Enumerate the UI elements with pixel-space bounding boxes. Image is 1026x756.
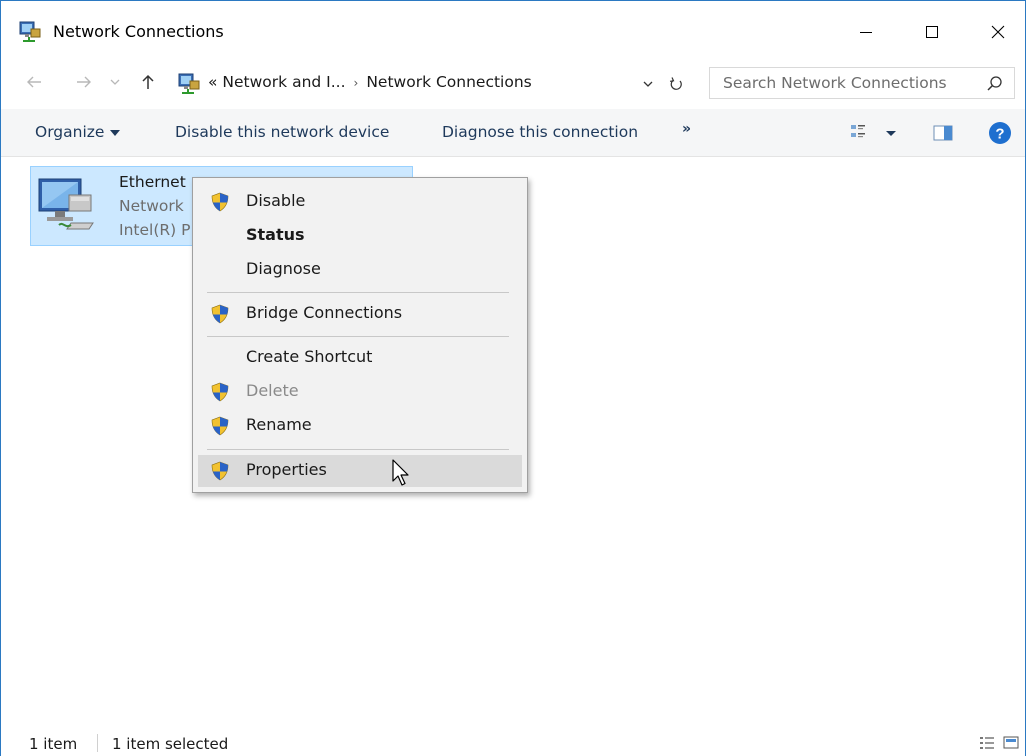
menu-item-label: Status (246, 225, 305, 244)
organize-label: Organize (35, 123, 105, 141)
back-arrow-icon (27, 76, 41, 88)
uac-shield-icon (211, 382, 229, 402)
svg-text:?: ? (995, 126, 1004, 143)
disable-device-button[interactable]: Disable this network device (175, 123, 389, 141)
maximize-button[interactable] (909, 11, 955, 53)
large-icons-view-icon[interactable] (1003, 735, 1019, 751)
help-button[interactable]: ? (988, 121, 1012, 145)
command-bar: Organize Disable this network device Dia… (1, 109, 1025, 157)
help-icon: ? (989, 122, 1011, 144)
up-arrow-icon (142, 74, 154, 89)
menu-item-label: Rename (246, 415, 312, 434)
breadcrumb-separator[interactable]: › (346, 76, 367, 90)
uac-shield-icon (211, 304, 229, 324)
minimize-icon (860, 32, 872, 33)
close-button[interactable] (975, 11, 1021, 53)
menu-separator (207, 449, 509, 450)
search-icon[interactable] (985, 74, 1005, 94)
menu-item-label: Disable (246, 191, 306, 210)
menu-item-label: Diagnose (246, 259, 321, 278)
diagnose-connection-button[interactable]: Diagnose this connection (442, 123, 638, 141)
menu-item-status[interactable]: Status (198, 220, 522, 252)
connection-device: Intel(R) P (119, 221, 191, 239)
forward-arrow-icon (77, 76, 91, 88)
selection-count: 1 item selected (112, 735, 229, 753)
connection-name: Ethernet (119, 173, 186, 191)
status-divider (97, 734, 98, 752)
uac-shield-icon (211, 416, 229, 436)
forward-button[interactable] (71, 69, 97, 95)
menu-item-rename[interactable]: Rename (198, 410, 522, 442)
up-button[interactable] (135, 69, 161, 95)
refresh-button[interactable] (665, 74, 687, 94)
breadcrumb-network-connections[interactable]: Network Connections (366, 73, 531, 91)
menu-separator (207, 292, 509, 293)
menu-item-label: Create Shortcut (246, 347, 373, 366)
address-history-button[interactable] (638, 74, 658, 94)
menu-item-create-shortcut[interactable]: Create Shortcut (198, 342, 522, 374)
window-title: Network Connections (53, 22, 224, 41)
search-input[interactable]: Search Network Connections (723, 74, 947, 92)
uac-shield-icon (211, 461, 229, 481)
preview-pane-icon (933, 125, 953, 141)
chevron-down-icon (643, 81, 653, 87)
preview-pane-button[interactable] (933, 124, 953, 142)
menu-item-label: Delete (246, 381, 299, 400)
menu-item-delete[interactable]: Delete (198, 376, 522, 408)
breadcrumb: « Network and I... › Network Connections (208, 73, 532, 91)
more-commands-button[interactable]: » (682, 121, 691, 137)
context-menu: Disable Status Diagnose Bridge Connectio… (192, 177, 528, 493)
organize-button[interactable]: Organize (35, 123, 121, 141)
minimize-button[interactable] (843, 11, 889, 53)
search-box[interactable]: Search Network Connections (709, 67, 1015, 99)
title-bar: Network Connections (1, 1, 1025, 63)
refresh-icon (669, 77, 682, 90)
menu-item-label: Bridge Connections (246, 303, 403, 322)
menu-item-disable[interactable]: Disable (198, 186, 522, 218)
menu-item-diagnose[interactable]: Diagnose (198, 254, 522, 286)
details-view-icon[interactable] (979, 735, 995, 751)
caret-down-icon (110, 129, 121, 136)
menu-item-label: Properties (246, 460, 327, 479)
breadcrumb-overflow[interactable]: « (208, 73, 217, 91)
item-count: 1 item (29, 735, 78, 753)
chevron-down-icon (110, 79, 120, 85)
address-bar[interactable]: « Network and I... › Network Connections (167, 67, 697, 99)
explorer-window: Network Connections « Network and I... ›… (0, 0, 1026, 756)
uac-shield-icon (211, 192, 229, 212)
maximize-icon (926, 26, 938, 38)
navigation-bar: « Network and I... › Network Connections S… (1, 61, 1025, 105)
menu-item-bridge-connections[interactable]: Bridge Connections (198, 298, 522, 330)
network-connections-icon (178, 73, 200, 94)
change-view-button[interactable] (851, 123, 899, 143)
close-icon (991, 25, 1005, 39)
connection-status: Network (119, 197, 184, 215)
menu-separator (207, 336, 509, 337)
recent-locations-button[interactable] (107, 69, 123, 95)
menu-item-properties[interactable]: Properties (198, 455, 522, 487)
status-bar: 1 item 1 item selected (1, 728, 1025, 756)
details-view-icon (851, 125, 896, 138)
network-adapter-icon (38, 178, 94, 230)
network-connections-icon (19, 21, 41, 42)
mouse-pointer-icon (392, 459, 409, 486)
back-button[interactable] (21, 69, 47, 95)
breadcrumb-network-and-internet[interactable]: Network and I... (222, 73, 345, 91)
